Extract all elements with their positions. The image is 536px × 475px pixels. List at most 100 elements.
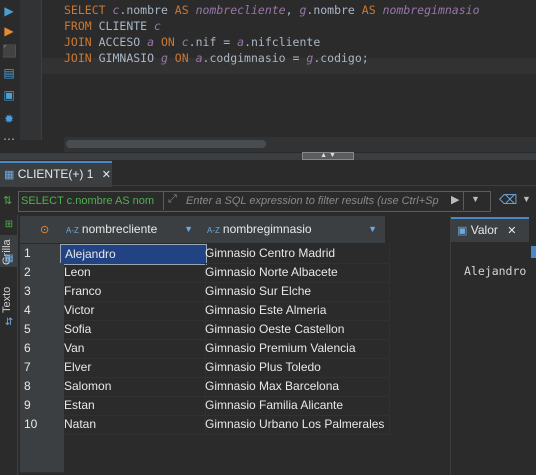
row-number[interactable]: 10 bbox=[20, 415, 64, 435]
filter-history-icon[interactable]: ▼ bbox=[471, 194, 480, 204]
code-token: FROM bbox=[64, 19, 99, 33]
cell-nombrecliente[interactable]: Franco bbox=[60, 282, 206, 302]
cell-nombrecliente[interactable]: Elver bbox=[60, 358, 206, 378]
cell-nombregimnasio[interactable]: Gimnasio Premium Valencia bbox=[201, 339, 390, 359]
code-token: .nombre bbox=[119, 3, 175, 17]
column-label: nombrecliente bbox=[81, 222, 158, 236]
row-number[interactable]: 3 bbox=[20, 282, 64, 302]
column-header-nombrecliente[interactable]: A-Z nombrecliente ▼ bbox=[60, 216, 202, 243]
filter-placeholder: Enter a SQL expression to filter results… bbox=[186, 195, 439, 207]
column-label: nombregimnasio bbox=[222, 222, 312, 236]
cell-nombrecliente[interactable]: Sofia bbox=[60, 320, 206, 340]
filter-divider bbox=[163, 192, 164, 210]
column-header-nombregimnasio[interactable]: A-Z nombregimnasio ▼ bbox=[201, 216, 386, 243]
cell-nombregimnasio[interactable]: Gimnasio Este Almeria bbox=[201, 301, 390, 321]
cell-nombrecliente[interactable]: Natan bbox=[60, 415, 206, 435]
splitter-toggle-icon[interactable]: ▲ ▼ bbox=[302, 152, 354, 160]
row-number[interactable]: 2 bbox=[20, 263, 64, 283]
run-statement-icon[interactable]: ▶ bbox=[2, 4, 16, 18]
text-type-icon: A-Z bbox=[207, 226, 220, 235]
code-token: .codgimnasio = bbox=[202, 51, 307, 65]
filter-options-icon[interactable]: ▼ bbox=[522, 194, 531, 204]
cell-nombregimnasio[interactable]: Gimnasio Max Barcelona bbox=[201, 377, 390, 397]
cell-nombregimnasio[interactable]: Gimnasio Centro Madrid bbox=[201, 244, 390, 264]
table-icon: ▦ bbox=[4, 169, 15, 181]
code-token: c bbox=[181, 35, 189, 49]
code-line[interactable]: JOIN GIMNASIO g ON a.codgimnasio = g.cod… bbox=[64, 50, 369, 66]
code-token: a bbox=[147, 35, 161, 49]
sql-code[interactable]: SELECT c .nombre AS nombrecliente, g .nomb… bbox=[42, 0, 536, 140]
code-token: a bbox=[195, 51, 203, 65]
code-token: ACCESO bbox=[98, 35, 148, 49]
empty-row-header bbox=[20, 434, 64, 454]
code-line[interactable]: FROM CLIENTE c bbox=[64, 18, 161, 34]
tab-results[interactable]: ▦ CLIENTE(+) 1 ✕ bbox=[0, 161, 112, 187]
row-number[interactable]: 5 bbox=[20, 320, 64, 340]
explain-plan-icon[interactable]: ⬛ bbox=[2, 44, 17, 58]
row-number[interactable]: 4 bbox=[20, 301, 64, 321]
code-token: g bbox=[160, 51, 175, 65]
row-number[interactable]: 6 bbox=[20, 339, 64, 359]
panel-edge-marker bbox=[531, 246, 536, 258]
row-header-corner[interactable]: ⊙ bbox=[20, 216, 61, 243]
cell-nombregimnasio[interactable]: Gimnasio Urbano Los Palmerales bbox=[201, 415, 390, 435]
code-token: JOIN bbox=[64, 35, 99, 49]
code-token: .nombre bbox=[306, 3, 362, 17]
expand-icon[interactable]: ⤢ bbox=[168, 193, 177, 206]
editor-gutter bbox=[20, 0, 42, 140]
cell-nombrecliente[interactable]: Salomon bbox=[60, 377, 206, 397]
scrollbar-thumb[interactable] bbox=[66, 140, 266, 148]
row-number[interactable]: 8 bbox=[20, 377, 64, 397]
row-number[interactable]: 9 bbox=[20, 396, 64, 416]
code-token: c bbox=[154, 19, 161, 33]
tab-value[interactable]: ▣ Valor ✕ bbox=[451, 217, 529, 242]
settings-icon[interactable]: ✹ bbox=[2, 112, 16, 126]
row-number[interactable]: 7 bbox=[20, 358, 64, 378]
code-token: GIMNASIO bbox=[98, 51, 161, 65]
sort-icon[interactable]: ▼ bbox=[184, 216, 193, 243]
cell-nombregimnasio[interactable]: Gimnasio Familia Alicante bbox=[201, 396, 390, 416]
cell-nombrecliente[interactable]: Victor bbox=[60, 301, 206, 321]
code-token: , bbox=[285, 3, 300, 17]
tab-text[interactable]: Texto bbox=[0, 281, 18, 317]
apply-filter-icon[interactable]: ▶ bbox=[451, 193, 459, 206]
close-icon[interactable]: ✕ bbox=[102, 169, 111, 181]
row-number[interactable]: 1 bbox=[20, 244, 64, 264]
cell-nombregimnasio[interactable]: Gimnasio Sur Elche bbox=[201, 282, 390, 302]
code-token: nombrecliente bbox=[195, 3, 286, 17]
cell-nombrecliente[interactable]: Van bbox=[60, 339, 206, 359]
code-line[interactable]: JOIN ACCESO a ON c.nif = a.nifcliente bbox=[64, 34, 320, 50]
filter-sql-preview: SELECT c.nombre AS nom bbox=[21, 195, 155, 207]
code-token: ON bbox=[174, 51, 196, 65]
terminal-icon[interactable]: ▣ bbox=[2, 88, 16, 102]
tab-label: CLIENTE(+) 1 bbox=[17, 167, 94, 181]
run-script-icon[interactable]: ▶ bbox=[2, 24, 16, 38]
code-token: AS bbox=[174, 3, 196, 17]
value-icon: ▣ bbox=[457, 225, 468, 237]
load-script-icon[interactable]: ▤ bbox=[2, 66, 16, 80]
code-token: SELECT bbox=[64, 3, 113, 17]
code-line[interactable]: SELECT c.nombre AS nombrecliente, g.nomb… bbox=[64, 2, 480, 18]
cell-nombregimnasio[interactable]: Gimnasio Norte Albacete bbox=[201, 263, 390, 283]
panel-splitter[interactable] bbox=[0, 152, 536, 161]
cell-nombrecliente[interactable]: Leon bbox=[60, 263, 206, 283]
cell-nombrecliente[interactable]: Alejandro bbox=[60, 244, 207, 265]
cell-nombregimnasio[interactable]: Gimnasio Oeste Castellon bbox=[201, 320, 390, 340]
text-type-icon: A-Z bbox=[66, 226, 79, 235]
code-token: AS bbox=[361, 3, 383, 17]
cell-nombrecliente[interactable]: Estan bbox=[60, 396, 206, 416]
select-all-icon[interactable]: ⊙ bbox=[40, 224, 49, 236]
code-token: JOIN bbox=[64, 51, 99, 65]
close-icon[interactable]: ✕ bbox=[507, 225, 516, 237]
code-token: ON bbox=[160, 35, 182, 49]
clear-filter-icon[interactable]: ⌫ bbox=[499, 192, 517, 208]
more-icon[interactable]: ⋯ bbox=[2, 132, 16, 146]
sort-icon[interactable]: ▼ bbox=[368, 216, 377, 243]
code-token: CLIENTE bbox=[98, 19, 155, 33]
value-content[interactable]: Alejandro bbox=[464, 264, 526, 278]
value-panel bbox=[450, 216, 536, 475]
cell-nombregimnasio[interactable]: Gimnasio Plus Toledo bbox=[201, 358, 390, 378]
text-view-icon: ⇵ bbox=[4, 317, 14, 328]
grid-icon: ▦ bbox=[4, 253, 14, 264]
view-mode-tabs: ⊞ Grilla ▦ Texto ⇵ bbox=[0, 215, 18, 475]
